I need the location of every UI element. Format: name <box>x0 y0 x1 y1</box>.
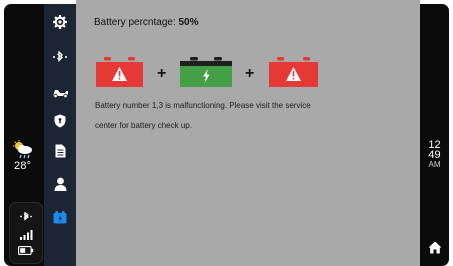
temperature-label: 28° <box>14 160 32 172</box>
person-icon[interactable] <box>54 177 67 191</box>
battery-percentage-line: Battery percntage: 50% <box>94 17 199 28</box>
malfunction-message-line-1: Battery number 1,3 is malfunctioning. Pl… <box>95 101 311 110</box>
nav-bar <box>44 4 76 266</box>
right-rail <box>420 4 449 266</box>
scooter-icon[interactable] <box>52 86 69 98</box>
clock-ampm: AM <box>428 160 441 169</box>
plus-sign: + <box>245 65 255 82</box>
battery-3-warning-icon <box>269 57 318 87</box>
document-icon[interactable] <box>55 144 66 158</box>
battery-percentage-label: Battery percntage: <box>94 17 176 28</box>
rainy-weather-icon <box>13 140 32 159</box>
clock-minute: 49 <box>428 149 441 161</box>
battery-panel <box>76 0 420 266</box>
screen: 28° Battery percntage: 50% + + Battery n… <box>0 0 453 266</box>
battery-1-warning-icon <box>96 57 143 87</box>
battery-percentage-value: 50% <box>178 17 199 28</box>
shield-icon[interactable] <box>54 114 66 128</box>
malfunction-message-line-2: center for battery check up. <box>95 121 192 130</box>
clock: 12 49 AM <box>420 140 449 170</box>
bluetooth-icon[interactable] <box>52 51 68 65</box>
plus-sign: + <box>157 65 167 82</box>
status-box <box>9 202 43 264</box>
battery-status-icon <box>18 246 34 255</box>
battery-icon[interactable] <box>53 210 67 224</box>
home-icon[interactable] <box>428 241 442 254</box>
battery-2-ok-icon <box>180 57 232 87</box>
bluetooth-icon <box>20 212 32 221</box>
gear-icon[interactable] <box>53 15 67 29</box>
signal-icon <box>20 230 33 240</box>
